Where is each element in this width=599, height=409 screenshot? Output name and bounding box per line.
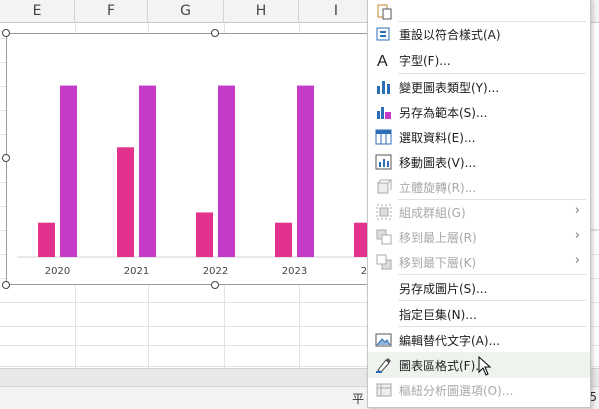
chart-area[interactable]: 20202021202220232024 [6, 33, 369, 285]
menu-label-send-to-back: 移到最下層(K) [399, 256, 477, 270]
menu-label-reset-style: 重設以符合樣式(A) [399, 28, 501, 42]
status-left-text: 平 [352, 392, 365, 406]
group-icon [375, 203, 393, 221]
bar-2022-series-2[interactable] [218, 85, 235, 257]
font-icon: A [375, 51, 393, 70]
menu-item-move-chart[interactable]: 移動圖表(V)... [368, 149, 590, 175]
menu-item-font[interactable]: A 字型(F)... [368, 47, 590, 73]
alt-text-icon [375, 331, 393, 349]
menu-label-select-data: 選取資料(E)... [399, 131, 476, 145]
menu-item-group[interactable]: 組成群組(G) › [368, 199, 590, 225]
menu-label-pivot-chart-options: 樞紐分析圖選項(O)... [399, 384, 514, 398]
menu-label-font: 字型(F)... [399, 54, 451, 68]
column-header-i[interactable]: I [299, 0, 374, 22]
x-tick-label-2022: 2022 [203, 266, 228, 277]
menu-item-3d-rotation[interactable]: 立體旋轉(R)... [368, 174, 590, 200]
menu-item-reset-style[interactable]: 重設以符合樣式(A) [368, 21, 590, 47]
x-tick-label-2020: 2020 [45, 266, 70, 277]
menu-item-send-to-back[interactable]: 移到最下層(K) › [368, 249, 590, 275]
menu-item-change-chart-type[interactable]: 變更圖表類型(Y)... [368, 74, 590, 100]
reset-style-icon [375, 25, 393, 43]
bar-2021-series-2[interactable] [139, 85, 156, 257]
bar-2020-series-1[interactable] [38, 222, 55, 257]
column-header-e[interactable]: E [0, 0, 75, 22]
menu-item-select-data[interactable]: 選取資料(E)... [368, 124, 590, 150]
select-data-icon [375, 128, 393, 146]
menu-item-assign-macro[interactable]: 指定巨集(N)... [368, 301, 590, 327]
column-header-h[interactable]: H [224, 0, 299, 22]
paste-icon [375, 3, 393, 21]
resize-handle-middle-left[interactable] [2, 154, 10, 162]
menu-label-bring-to-front: 移到最上層(R) [399, 231, 477, 245]
x-tick-label-2021: 2021 [124, 266, 149, 277]
menu-item-edit-alt-text[interactable]: 編輯替代文字(A)... [368, 327, 590, 353]
menu-label-save-as-picture: 另存成圖片(S)... [399, 282, 488, 296]
context-menu: 重設以符合樣式(A) A 字型(F)... 變更圖表類型(Y)... 另存為範本… [367, 0, 591, 408]
bring-front-icon [375, 228, 393, 246]
menu-label-assign-macro: 指定巨集(N)... [399, 308, 477, 322]
column-header-f[interactable]: F [75, 0, 148, 22]
mouse-cursor-icon [478, 355, 492, 380]
bar-2020-series-2[interactable] [60, 85, 77, 257]
chart-type-icon [375, 78, 393, 96]
format-chart-area-icon [375, 356, 393, 374]
menu-label-change-chart-type: 變更圖表類型(Y)... [399, 81, 500, 95]
svg-text:A: A [377, 53, 388, 69]
submenu-chevron-icon: › [574, 228, 580, 243]
menu-label-edit-alt-text: 編輯替代文字(A)... [399, 334, 501, 348]
menu-label-3d-rotation: 立體旋轉(R)... [399, 181, 477, 195]
resize-handle-top-middle[interactable] [211, 29, 219, 37]
resize-handle-bottom-middle[interactable] [211, 281, 219, 289]
menu-label-move-chart: 移動圖表(V)... [399, 156, 477, 170]
bar-2023-series-1[interactable] [275, 222, 292, 257]
move-chart-icon [375, 153, 393, 171]
menu-item-save-as-picture[interactable]: 另存成圖片(S)... [368, 275, 590, 301]
x-tick-label-2023: 2023 [282, 266, 307, 277]
menu-item-bring-to-front[interactable]: 移到最上層(R) › [368, 224, 590, 250]
bar-2021-series-1[interactable] [117, 147, 134, 257]
menu-item-pivot-chart-options[interactable]: 樞紐分析圖選項(O)... [368, 377, 590, 403]
bar-chart-svg: 20202021202220232024 [17, 85, 369, 277]
resize-handle-bottom-left[interactable] [2, 281, 10, 289]
bar-2023-series-2[interactable] [297, 85, 314, 257]
3d-rotate-icon [375, 178, 393, 196]
bar-2022-series-1[interactable] [196, 212, 213, 257]
submenu-chevron-icon: › [574, 253, 580, 268]
pivot-options-icon [375, 381, 393, 399]
menu-label-save-as-template: 另存為範本(S)... [399, 106, 488, 120]
menu-label-group: 組成群組(G) [399, 206, 466, 220]
column-header-g[interactable]: G [148, 0, 224, 22]
save-template-icon [375, 103, 393, 121]
send-back-icon [375, 253, 393, 271]
menu-label-format-chart-area: 圖表區格式(F)... [399, 359, 487, 373]
menu-item-save-as-template[interactable]: 另存為範本(S)... [368, 99, 590, 125]
submenu-chevron-icon: › [574, 203, 580, 218]
resize-handle-top-left[interactable] [2, 29, 10, 37]
